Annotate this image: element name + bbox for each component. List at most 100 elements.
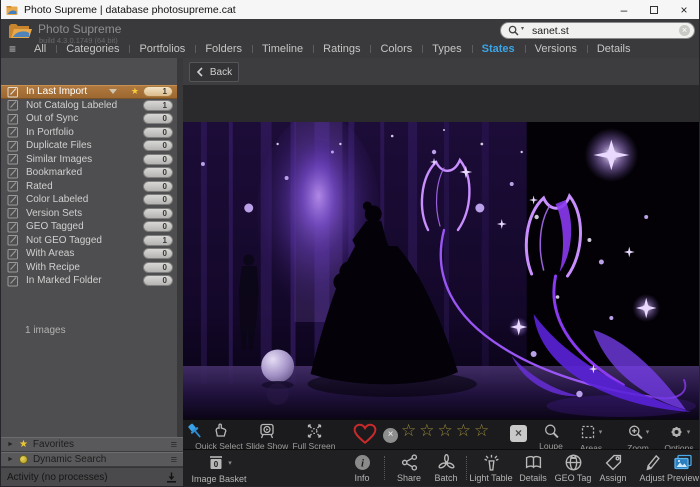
maximize-button[interactable] bbox=[639, 0, 669, 19]
window-title: Photo Supreme | database photosupreme.ca… bbox=[24, 4, 236, 16]
search-options-caret-icon[interactable]: ▾ bbox=[521, 25, 524, 32]
nav-tab-details[interactable]: Details bbox=[587, 43, 641, 55]
search-clear-icon[interactable]: × bbox=[679, 25, 690, 36]
edit-checkbox-icon[interactable] bbox=[7, 167, 19, 179]
nav-tab-timeline[interactable]: Timeline bbox=[252, 43, 313, 55]
edit-checkbox-icon[interactable] bbox=[7, 275, 19, 287]
sidebar-item-label: Not Catalog Labeled bbox=[26, 100, 143, 111]
edit-checkbox-icon[interactable] bbox=[7, 221, 19, 233]
edit-checkbox-icon[interactable] bbox=[7, 207, 19, 219]
photo-preview[interactable] bbox=[183, 122, 699, 419]
nav-tab-states[interactable]: States bbox=[472, 43, 525, 55]
count-badge: 0 bbox=[143, 248, 173, 259]
edit-checkbox-icon[interactable] bbox=[7, 86, 19, 98]
areas-caret-icon[interactable]: ▾ bbox=[599, 428, 603, 436]
sidebar-item-label: Similar Images bbox=[26, 154, 143, 165]
info-button[interactable]: i Info bbox=[340, 454, 384, 483]
count-badge: 0 bbox=[143, 262, 173, 273]
sidebar-item-rated[interactable]: Rated 0 bbox=[1, 180, 177, 194]
sidebar-item-in-marked-folder[interactable]: In Marked Folder 0 bbox=[1, 274, 177, 288]
nav-tab-types[interactable]: Types bbox=[422, 43, 471, 55]
assign-button[interactable]: Assign bbox=[591, 454, 635, 483]
edit-checkbox-icon[interactable] bbox=[7, 180, 19, 192]
full-screen-button[interactable]: Full Screen bbox=[286, 423, 342, 451]
favorites-panel-header[interactable]: ► ★ Favorites ≡ bbox=[1, 437, 183, 452]
image-basket-button[interactable]: 0 ▾ Image Basket bbox=[187, 454, 251, 484]
nav-tab-colors[interactable]: Colors bbox=[370, 43, 422, 55]
batch-button[interactable]: Batch bbox=[424, 454, 468, 483]
edit-checkbox-icon[interactable] bbox=[7, 113, 19, 125]
light-table-button[interactable]: Light Table bbox=[469, 454, 513, 483]
sidebar-item-not-catalog-labeled[interactable]: Not Catalog Labeled 1 bbox=[1, 99, 177, 113]
edit-checkbox-icon[interactable] bbox=[7, 261, 19, 273]
info-label: Info bbox=[354, 473, 369, 483]
activity-expand-icon[interactable] bbox=[166, 472, 177, 483]
loupe-button[interactable]: Loupe bbox=[529, 423, 573, 451]
light-table-label: Light Table bbox=[469, 473, 512, 483]
options-caret-icon[interactable]: ▾ bbox=[687, 428, 691, 436]
light-table-icon bbox=[483, 454, 500, 471]
sidebar-item-version-sets[interactable]: Version Sets 0 bbox=[1, 207, 177, 221]
app-name: Photo Supreme bbox=[38, 22, 121, 36]
book-icon bbox=[525, 454, 542, 471]
clear-rating-button[interactable]: × bbox=[510, 425, 527, 442]
sidebar-item-similar-images[interactable]: Similar Images 0 bbox=[1, 153, 177, 167]
filter-funnel-icon[interactable] bbox=[109, 89, 117, 94]
sidebar-item-duplicate-files[interactable]: Duplicate Files 0 bbox=[1, 139, 177, 153]
sidebar-item-color-labeled[interactable]: Color Labeled 0 bbox=[1, 193, 177, 207]
sidebar-item-out-of-sync[interactable]: Out of Sync 0 bbox=[1, 112, 177, 126]
panel-menu-icon[interactable]: ≡ bbox=[171, 454, 177, 466]
dynamic-search-panel-header[interactable]: ► Dynamic Search ≡ bbox=[1, 452, 183, 467]
sidebar-item-in-portfolio[interactable]: In Portfolio 0 bbox=[1, 126, 177, 140]
count-badge: 1 bbox=[143, 86, 173, 97]
fullscreen-icon bbox=[306, 423, 323, 439]
panel-menu-icon[interactable]: ≡ bbox=[171, 439, 177, 451]
sidebar-item-geo-tagged[interactable]: GEO Tagged 0 bbox=[1, 220, 177, 234]
expand-arrow-icon[interactable]: ► bbox=[7, 441, 14, 448]
app-logo-icon bbox=[8, 22, 34, 41]
expand-arrow-icon[interactable]: ► bbox=[7, 456, 14, 463]
basket-caret-icon[interactable]: ▾ bbox=[228, 459, 232, 467]
zoom-caret-icon[interactable]: ▾ bbox=[646, 428, 650, 436]
nav-tab-categories[interactable]: Categories bbox=[56, 43, 129, 55]
edit-checkbox-icon[interactable] bbox=[7, 99, 19, 111]
sidebar-item-label: In Last Import bbox=[26, 86, 105, 97]
app-window: Photo Supreme | database photosupreme.ca… bbox=[0, 0, 700, 487]
details-button[interactable]: Details bbox=[511, 454, 555, 483]
geo-tag-button[interactable]: GEO Tag bbox=[551, 454, 595, 483]
dynamic-search-icon bbox=[19, 455, 28, 464]
edit-checkbox-icon[interactable] bbox=[7, 126, 19, 138]
minimize-button[interactable]: – bbox=[609, 0, 639, 19]
edit-checkbox-icon[interactable] bbox=[7, 194, 19, 206]
nav-tab-all[interactable]: All bbox=[24, 43, 56, 55]
nav-tab-versions[interactable]: Versions bbox=[525, 43, 587, 55]
favorite-heart-icon[interactable] bbox=[353, 423, 377, 445]
menu-icon[interactable]: ≡ bbox=[1, 42, 24, 56]
preview-button[interactable]: Preview bbox=[665, 454, 700, 483]
sidebar-item-in-last-import[interactable]: In Last Import ★ 1 bbox=[1, 85, 177, 99]
batch-label: Batch bbox=[434, 473, 457, 483]
close-button[interactable]: × bbox=[669, 0, 699, 19]
edit-checkbox-icon[interactable] bbox=[7, 140, 19, 152]
sidebar-item-with-recipe[interactable]: With Recipe 0 bbox=[1, 261, 177, 275]
edit-checkbox-icon[interactable] bbox=[7, 248, 19, 260]
sidebar-item-label: In Marked Folder bbox=[26, 275, 143, 286]
search-input[interactable]: ▾ sanet.st × bbox=[500, 22, 695, 39]
details-label: Details bbox=[519, 473, 547, 483]
maximize-icon bbox=[650, 6, 658, 14]
clear-favorite-icon[interactable]: × bbox=[383, 428, 398, 443]
dynamic-search-panel-label: Dynamic Search bbox=[33, 454, 171, 465]
sidebar-item-not-geo-tagged[interactable]: Not GEO Tagged 1 bbox=[1, 234, 177, 248]
edit-checkbox-icon[interactable] bbox=[7, 234, 19, 246]
app-icon bbox=[6, 4, 18, 16]
nav-tab-portfolios[interactable]: Portfolios bbox=[129, 43, 195, 55]
back-button[interactable]: Back bbox=[189, 62, 239, 82]
edit-checkbox-icon[interactable] bbox=[7, 153, 19, 165]
rating-stars[interactable]: ☆☆☆☆☆ bbox=[401, 421, 492, 441]
nav-tab-folders[interactable]: Folders bbox=[195, 43, 252, 55]
sidebar-item-bookmarked[interactable]: Bookmarked 0 bbox=[1, 166, 177, 180]
preview-label: Preview bbox=[667, 473, 699, 483]
sidebar-item-with-areas[interactable]: With Areas 0 bbox=[1, 247, 177, 261]
favorite-star-icon[interactable]: ★ bbox=[131, 86, 139, 97]
nav-tab-ratings[interactable]: Ratings bbox=[313, 43, 370, 55]
